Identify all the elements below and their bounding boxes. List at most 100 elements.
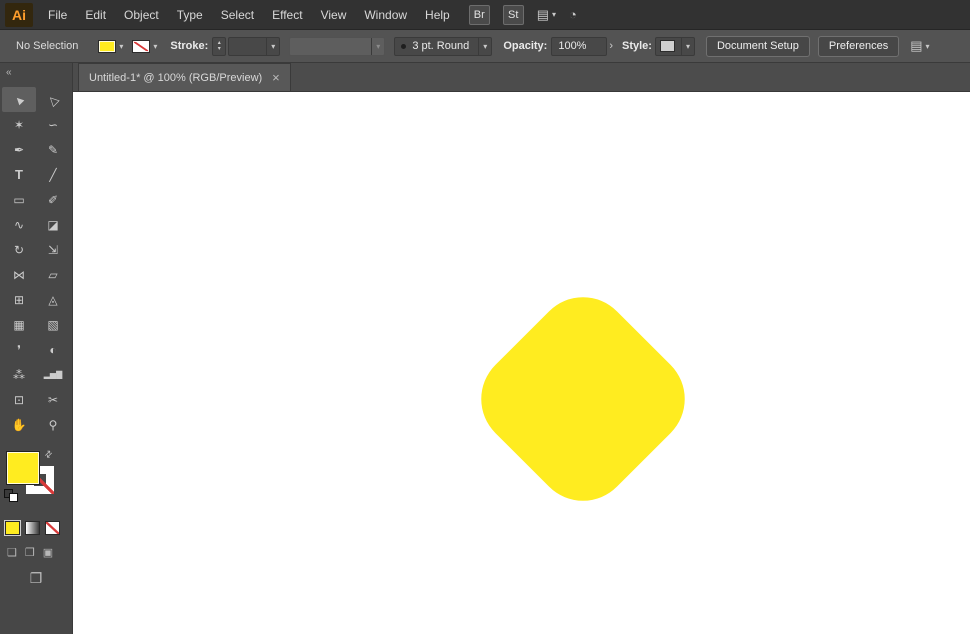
rectangle-tool[interactable]: ▭	[2, 187, 36, 212]
paintbrush-tool[interactable]: ✐	[36, 187, 70, 212]
control-bar: No Selection ▾ ▾ Stroke: ▴ ▾ ▾ ▾ 3 pt. R…	[0, 30, 970, 63]
scale-tool[interactable]: ⇲	[36, 237, 70, 262]
swap-fill-stroke-icon[interactable]: ⇄	[42, 448, 55, 461]
stroke-label: Stroke:	[170, 40, 209, 52]
mesh-tool-icon: ▦	[13, 317, 25, 332]
magic-wand-tool[interactable]: ✶	[2, 112, 36, 137]
type-tool-icon: T	[15, 167, 23, 182]
line-segment-tool-icon: ╱	[49, 167, 57, 182]
selection-tool[interactable]: ▲	[2, 87, 36, 112]
menu-help[interactable]: Help	[416, 0, 459, 30]
document-tab[interactable]: Untitled-1* @ 100% (RGB/Preview) ×	[78, 63, 291, 91]
arrange-documents-button[interactable]: ▤ ▾	[537, 7, 556, 23]
artboard-tool[interactable]: ⊡	[2, 387, 36, 412]
menu-window[interactable]: Window	[355, 0, 416, 30]
slice-tool[interactable]: ✂	[36, 387, 70, 412]
column-graph-tool[interactable]: ▂▅▇	[36, 362, 70, 387]
eyedropper-tool[interactable]: ❜	[2, 337, 36, 362]
style-swatch	[659, 40, 675, 52]
direct-selection-tool[interactable]: △	[36, 87, 70, 112]
hand-tool[interactable]: ✋	[2, 412, 36, 437]
fill-swatch[interactable]	[98, 39, 117, 53]
scale-tool-icon: ⇲	[47, 242, 59, 257]
rotate-tool[interactable]: ↻	[2, 237, 36, 262]
bridge-button[interactable]: Br	[468, 4, 490, 25]
color-button[interactable]	[5, 521, 20, 535]
collapse-tools-icon[interactable]: «	[0, 63, 72, 81]
illustrator-window: Ai File Edit Object Type Select Effect V…	[0, 0, 970, 634]
draw-normal-icon[interactable]: ❑	[7, 546, 17, 559]
magic-wand-tool-icon: ✶	[13, 117, 25, 132]
stock-button[interactable]: St	[502, 4, 524, 25]
menu-edit[interactable]: Edit	[76, 0, 115, 30]
opacity-label: Opacity:	[503, 40, 548, 52]
default-fill-stroke-icon[interactable]	[4, 489, 18, 502]
menu-view[interactable]: View	[312, 0, 356, 30]
opacity-value: 100%	[558, 40, 587, 52]
canvas[interactable]	[73, 92, 970, 634]
shaper-tool[interactable]: ∿	[2, 212, 36, 237]
zoom-tool-icon: ⚲	[48, 417, 58, 432]
width-tool[interactable]: ⋈	[2, 262, 36, 287]
style-select[interactable]: ▾	[654, 36, 695, 56]
fill-indicator[interactable]	[6, 451, 40, 485]
blend-tool[interactable]: ◐	[36, 337, 70, 362]
opacity-menu-icon[interactable]: ›	[609, 40, 613, 52]
lasso-tool[interactable]: ∽	[36, 112, 70, 137]
draw-inside-icon[interactable]: ▣	[43, 546, 53, 559]
none-button[interactable]	[45, 521, 60, 535]
chevron-down-icon: ▾	[153, 41, 158, 51]
drawing-mode-buttons: ❑ ❒ ▣	[0, 546, 72, 559]
document-setup-button[interactable]: Document Setup	[705, 35, 810, 57]
gradient-tool-icon: ▧	[47, 317, 59, 332]
chevron-down-icon: ▾	[119, 41, 124, 51]
eraser-tool-icon: ◪	[47, 217, 59, 232]
yellow-rounded-diamond-shape[interactable]	[461, 277, 705, 521]
fill-color-picker[interactable]: ▾	[98, 39, 124, 53]
close-tab-icon[interactable]: ×	[272, 71, 280, 84]
pen-tool-icon: ✒	[13, 142, 25, 157]
type-tool[interactable]: T	[2, 162, 36, 187]
arrange-documents-icon: ▤	[536, 6, 550, 22]
curvature-tool[interactable]: ✎	[36, 137, 70, 162]
menu-object[interactable]: Object	[115, 0, 168, 30]
pen-tool[interactable]: ✒	[2, 137, 36, 162]
zoom-tool[interactable]: ⚲	[36, 412, 70, 437]
menu-file[interactable]: File	[39, 0, 76, 30]
menubar-right: Br St ▤ ▾ ◔	[468, 4, 577, 25]
brush-select[interactable]: 3 pt. Round ▾	[394, 36, 493, 56]
tools-panel: « ▲ △ ✶ ∽ ✒ ✎ T ╱ ▭ ✐ ∿ ◪ ↻ ⇲ ⋈ ▱ ⊞ ◬ ▦ …	[0, 63, 73, 634]
eraser-tool[interactable]: ◪	[36, 212, 70, 237]
preferences-button[interactable]: Preferences	[817, 35, 900, 57]
symbol-sprayer-tool[interactable]: ⁂	[2, 362, 36, 387]
stroke-weight-select[interactable]: ▾	[228, 36, 281, 56]
mesh-tool[interactable]: ▦	[2, 312, 36, 337]
stroke-weight-stepper[interactable]: ▴ ▾	[212, 36, 227, 56]
opacity-input[interactable]: 100%	[551, 36, 608, 56]
variable-width-profile-select[interactable]: ▾	[289, 36, 386, 56]
workspace-icon: ▤	[910, 38, 923, 53]
chevron-down-icon: ▾	[376, 41, 381, 51]
chevron-down-icon: ▾	[483, 41, 488, 51]
stepper-down-icon[interactable]: ▾	[218, 46, 221, 52]
menu-effect[interactable]: Effect	[263, 0, 311, 30]
perspective-grid-tool[interactable]: ◬	[36, 287, 70, 312]
draw-behind-icon[interactable]: ❒	[25, 546, 35, 559]
stroke-color-picker[interactable]: ▾	[132, 39, 158, 53]
tool-grid: ▲ △ ✶ ∽ ✒ ✎ T ╱ ▭ ✐ ∿ ◪ ↻ ⇲ ⋈ ▱ ⊞ ◬ ▦ ▧ …	[0, 87, 72, 437]
menu-type[interactable]: Type	[168, 0, 212, 30]
artboard-tool-icon: ⊡	[13, 392, 25, 407]
screen-mode-button[interactable]: ❐	[0, 570, 72, 587]
gradient-button[interactable]	[25, 521, 40, 535]
stroke-swatch[interactable]	[132, 39, 151, 53]
free-transform-tool[interactable]: ▱	[36, 262, 70, 287]
menu-select[interactable]: Select	[212, 0, 263, 30]
app-logo[interactable]: Ai	[5, 2, 33, 27]
workspace-switcher[interactable]: ▤ ▾	[910, 38, 929, 54]
gradient-tool[interactable]: ▧	[36, 312, 70, 337]
selection-status: No Selection	[16, 40, 79, 52]
gpu-performance-icon[interactable]: ◔	[569, 7, 577, 22]
shape-builder-tool-icon: ⊞	[13, 292, 25, 307]
shape-builder-tool[interactable]: ⊞	[2, 287, 36, 312]
line-segment-tool[interactable]: ╱	[36, 162, 70, 187]
